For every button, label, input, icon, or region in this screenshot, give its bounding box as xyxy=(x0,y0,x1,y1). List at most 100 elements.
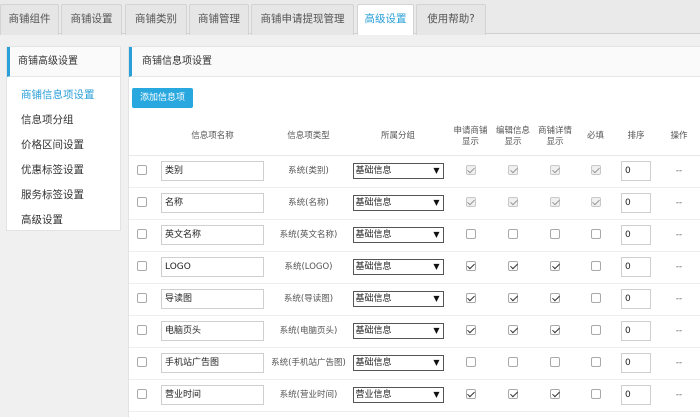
sort-input[interactable]: 0 xyxy=(621,353,651,373)
row-select-checkbox[interactable] xyxy=(137,293,147,304)
cell-type: 系统(电脑页头) xyxy=(270,315,347,348)
tab-withdraw-management[interactable]: 商铺申请提现管理 xyxy=(251,4,354,35)
group-select-value: 基础信息 xyxy=(355,198,392,208)
item-name-input[interactable]: 名称 xyxy=(161,193,264,213)
table-row: LOGO 系统(LOGO) 基础信息 ▼ 0 -- xyxy=(129,251,700,284)
cell-group: 基础信息 ▼ xyxy=(347,283,449,316)
detail-show-checkbox[interactable] xyxy=(550,261,560,272)
cell-apply-show xyxy=(449,315,492,348)
apply-show-checkbox[interactable] xyxy=(465,229,476,240)
apply-show-checkbox[interactable] xyxy=(465,293,476,304)
tab-shop-management[interactable]: 商铺管理 xyxy=(189,4,249,35)
detail-show-checkbox xyxy=(550,197,560,208)
group-select[interactable]: 基础信息 ▼ xyxy=(352,163,444,179)
row-select-checkbox[interactable] xyxy=(137,229,147,240)
tab-shop-categories[interactable]: 商铺类别 xyxy=(125,4,187,35)
apply-show-checkbox xyxy=(465,197,476,208)
required-checkbox[interactable] xyxy=(590,357,601,368)
cell-select xyxy=(129,315,155,348)
sort-input[interactable]: 0 xyxy=(621,257,651,277)
tab-help[interactable]: 使用帮助? xyxy=(416,4,486,35)
group-select[interactable]: 基础信息 ▼ xyxy=(352,291,444,307)
required-checkbox[interactable] xyxy=(590,261,601,272)
sort-input[interactable]: 0 xyxy=(621,225,651,245)
cell-apply-show xyxy=(449,187,492,220)
cell-action: -- xyxy=(657,315,700,348)
row-select-checkbox[interactable] xyxy=(137,389,147,400)
group-select[interactable]: 基础信息 ▼ xyxy=(352,259,444,275)
sort-input[interactable]: 0 xyxy=(621,385,651,405)
edit-show-checkbox[interactable] xyxy=(508,357,518,368)
apply-show-checkbox[interactable] xyxy=(465,357,476,368)
sort-input[interactable]: 0 xyxy=(621,161,651,181)
tab-shop-settings[interactable]: 商铺设置 xyxy=(61,4,122,35)
item-name-input[interactable]: 导读图 xyxy=(161,289,264,309)
edit-show-checkbox[interactable] xyxy=(508,229,518,240)
cell-name: 导读图 xyxy=(155,283,270,316)
sidebar-item-info-settings[interactable]: 商铺信息项设置 xyxy=(7,83,120,108)
detail-show-checkbox[interactable] xyxy=(550,325,560,336)
sidebar-item-advanced[interactable]: 高级设置 xyxy=(7,208,120,233)
cell-select xyxy=(129,379,155,412)
row-select-checkbox[interactable] xyxy=(137,357,147,368)
tab-shop-components[interactable]: 商铺组件 xyxy=(0,4,59,35)
cell-sort: 0 xyxy=(615,219,657,252)
edit-show-checkbox[interactable] xyxy=(508,293,518,304)
group-select[interactable]: 营业信息 ▼ xyxy=(352,387,444,403)
detail-show-checkbox[interactable] xyxy=(550,357,560,368)
tab-advanced-settings[interactable]: 高级设置 xyxy=(357,4,414,35)
cell-sort: 0 xyxy=(615,251,657,284)
row-select-checkbox[interactable] xyxy=(137,261,147,272)
required-checkbox[interactable] xyxy=(590,293,601,304)
row-select-checkbox[interactable] xyxy=(137,165,147,176)
group-select-value: 基础信息 xyxy=(355,262,392,272)
sidebar-item-info-groups[interactable]: 信息项分组 xyxy=(7,108,120,133)
group-select[interactable]: 基础信息 ▼ xyxy=(352,227,444,243)
group-select-value: 营业信息 xyxy=(355,390,392,400)
group-select[interactable]: 基础信息 ▼ xyxy=(352,323,444,339)
cell-apply-show xyxy=(449,283,492,316)
sort-input[interactable]: 0 xyxy=(621,289,651,309)
cell-detail-show xyxy=(534,283,576,316)
apply-show-checkbox[interactable] xyxy=(465,389,476,400)
info-items-table: 信息项名称 信息项类型 所属分组 申请商铺显示 编辑信息显示 商铺详情显示 必填… xyxy=(129,119,700,412)
detail-show-checkbox[interactable] xyxy=(550,229,560,240)
required-checkbox xyxy=(590,197,601,208)
cell-select xyxy=(129,219,155,252)
cell-name: 营业时间 xyxy=(155,379,270,412)
detail-show-checkbox[interactable] xyxy=(550,389,560,400)
header-sort: 排序 xyxy=(615,119,657,156)
item-name-input[interactable]: 英文名称 xyxy=(161,225,264,245)
detail-show-checkbox[interactable] xyxy=(550,293,560,304)
sort-input[interactable]: 0 xyxy=(621,321,651,341)
cell-name: 名称 xyxy=(155,187,270,220)
group-select[interactable]: 基础信息 ▼ xyxy=(352,355,444,371)
apply-show-checkbox[interactable] xyxy=(465,325,476,336)
item-name-input[interactable]: 营业时间 xyxy=(161,385,264,405)
edit-show-checkbox[interactable] xyxy=(508,261,518,272)
item-name-input[interactable]: 类别 xyxy=(161,161,264,181)
cell-select xyxy=(129,347,155,380)
item-name-input[interactable]: 电脑页头 xyxy=(161,321,264,341)
row-select-checkbox[interactable] xyxy=(137,325,147,336)
item-name-input[interactable]: LOGO xyxy=(161,257,264,277)
sidebar-item-price-range[interactable]: 价格区间设置 xyxy=(7,133,120,158)
required-checkbox[interactable] xyxy=(590,325,601,336)
cell-detail-show xyxy=(534,219,576,252)
required-checkbox[interactable] xyxy=(590,389,601,400)
edit-show-checkbox[interactable] xyxy=(508,389,518,400)
cell-detail-show xyxy=(534,155,576,188)
item-name-input[interactable]: 手机站广告图 xyxy=(161,353,264,373)
group-select[interactable]: 基础信息 ▼ xyxy=(352,195,444,211)
sidebar-item-discount-tags[interactable]: 优惠标签设置 xyxy=(7,158,120,183)
sort-input[interactable]: 0 xyxy=(621,193,651,213)
edit-show-checkbox xyxy=(508,197,518,208)
cell-apply-show xyxy=(449,379,492,412)
row-select-checkbox[interactable] xyxy=(137,197,147,208)
sidebar-item-service-tags[interactable]: 服务标签设置 xyxy=(7,183,120,208)
cell-action: -- xyxy=(657,251,700,284)
add-info-item-button[interactable]: 添加信息项 xyxy=(132,88,193,108)
apply-show-checkbox[interactable] xyxy=(465,261,476,272)
required-checkbox[interactable] xyxy=(590,229,601,240)
edit-show-checkbox[interactable] xyxy=(508,325,518,336)
